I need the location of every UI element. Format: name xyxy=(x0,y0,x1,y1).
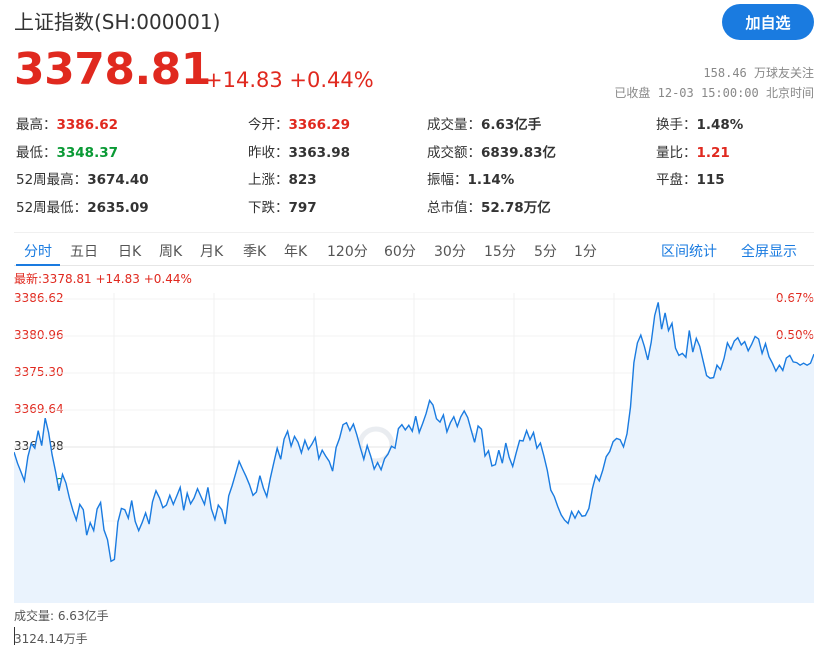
stat-value: 6839.83亿 xyxy=(481,145,556,161)
stat-item: 成交量：6.63亿手 xyxy=(427,113,541,133)
stat-label: 平盘： xyxy=(656,172,697,188)
fullscreen-link[interactable]: 全屏显示 xyxy=(741,241,797,261)
stat-label: 振幅： xyxy=(427,172,468,188)
tab-7[interactable]: 120分 xyxy=(327,241,368,261)
followers-count: 158.46 万球友关注 xyxy=(703,66,814,80)
tab-6[interactable]: 年K xyxy=(284,241,307,261)
stat-value: 3363.98 xyxy=(288,145,351,161)
stat-label: 52周最高： xyxy=(16,172,88,188)
tab-10[interactable]: 15分 xyxy=(484,241,516,261)
tab-9[interactable]: 30分 xyxy=(434,241,466,261)
stat-value: 1.14% xyxy=(467,172,515,188)
stat-label: 成交额： xyxy=(427,145,481,161)
stat-value: 823 xyxy=(288,172,317,188)
stat-item: 振幅：1.14% xyxy=(427,168,514,188)
latest-quote-line: 最新:3378.81 +14.83 +0.44% xyxy=(14,272,192,286)
tab-1[interactable]: 五日 xyxy=(70,241,98,261)
volume-max-label: 3124.14万手 xyxy=(14,632,88,645)
stat-item: 最低：3348.37 xyxy=(16,141,118,161)
stat-label: 下跌： xyxy=(248,200,289,216)
stat-value: 3366.29 xyxy=(288,117,351,133)
stat-item: 下跌：797 xyxy=(248,196,317,216)
stat-value: 52.78万亿 xyxy=(481,200,551,216)
stat-value: 2635.09 xyxy=(87,200,149,216)
current-price: 3378.81 xyxy=(14,44,211,95)
volume-axis-line xyxy=(14,627,15,645)
market-status: 已收盘 12-03 15:00:00 北京时间 xyxy=(614,86,814,100)
stat-value: 1.48% xyxy=(696,117,744,133)
chart-period-tabs: 分时 五日 日K 周K 月K 季K 年K 120分 60分 30分 15分 5分 1分 区间统计 全屏显示 xyxy=(14,232,814,266)
stat-item: 换手：1.48% xyxy=(656,113,743,133)
stat-label: 总市值： xyxy=(427,200,481,216)
stat-value: 6.63亿手 xyxy=(481,117,542,133)
add-watchlist-button[interactable]: 加自选 xyxy=(722,4,814,40)
stat-value: 3348.37 xyxy=(56,145,119,161)
stat-label: 量比： xyxy=(656,145,697,161)
stat-label: 换手： xyxy=(656,117,697,133)
stat-label: 最高： xyxy=(16,117,57,133)
stat-label: 今开： xyxy=(248,117,289,133)
stat-label: 昨收： xyxy=(248,145,289,161)
stat-value: 797 xyxy=(288,200,317,216)
stat-item: 今开：3366.29 xyxy=(248,113,350,133)
stat-value: 3386.62 xyxy=(56,117,119,133)
tab-2[interactable]: 日K xyxy=(118,241,141,261)
stat-label: 上涨： xyxy=(248,172,289,188)
stat-item: 上涨：823 xyxy=(248,168,317,188)
active-tab-underline xyxy=(16,264,60,266)
stat-item: 52周最低：2635.09 xyxy=(16,196,149,216)
stat-item: 52周最高：3674.40 xyxy=(16,168,149,188)
tab-5[interactable]: 季K xyxy=(243,241,266,261)
stat-item: 最高：3386.62 xyxy=(16,113,118,133)
stat-label: 最低： xyxy=(16,145,57,161)
stat-item: 成交额：6839.83亿 xyxy=(427,141,556,161)
tab-3[interactable]: 周K xyxy=(159,241,182,261)
intraday-chart[interactable]: 雪球 xyxy=(14,293,814,603)
stat-label: 成交量： xyxy=(427,117,481,133)
tab-0[interactable]: 分时 xyxy=(24,241,52,261)
tab-8[interactable]: 60分 xyxy=(384,241,416,261)
tab-11[interactable]: 5分 xyxy=(534,241,557,261)
stat-value: 115 xyxy=(696,172,725,188)
price-change: +14.83 +0.44% xyxy=(205,68,374,92)
stat-label: 52周最低： xyxy=(16,200,88,216)
stat-item: 总市值：52.78万亿 xyxy=(427,196,551,216)
stat-item: 昨收：3363.98 xyxy=(248,141,350,161)
stat-value: 1.21 xyxy=(696,145,730,161)
volume-label: 成交量: 6.63亿手 xyxy=(14,609,109,623)
stat-item: 量比：1.21 xyxy=(656,141,730,161)
stat-item: 平盘：115 xyxy=(656,168,725,188)
tab-12[interactable]: 1分 xyxy=(574,241,597,261)
range-stats-link[interactable]: 区间统计 xyxy=(661,241,717,261)
tab-4[interactable]: 月K xyxy=(200,241,223,261)
stock-title: 上证指数(SH:000001) xyxy=(14,10,221,34)
stat-value: 3674.40 xyxy=(87,172,149,188)
